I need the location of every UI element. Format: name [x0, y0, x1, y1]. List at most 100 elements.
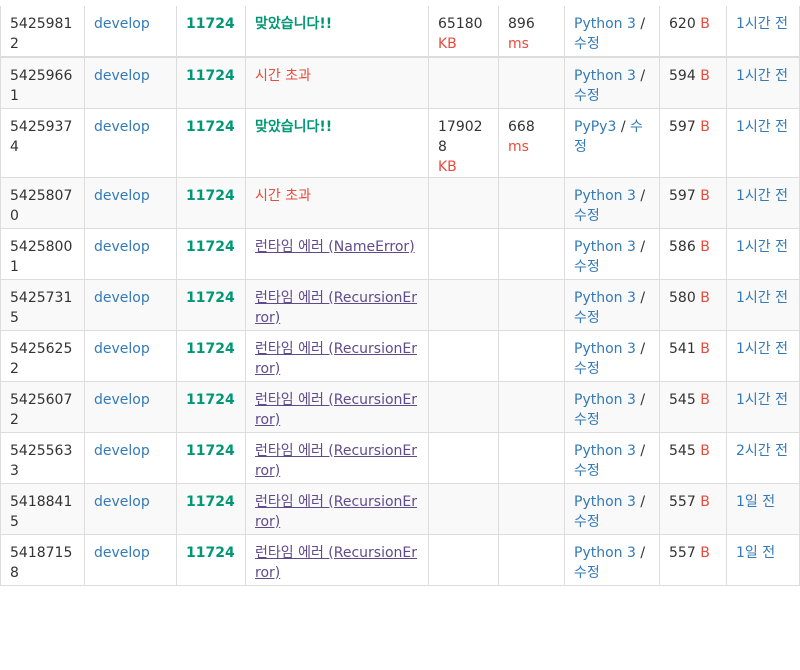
language-cell: Python 3 / 수정	[564, 57, 660, 109]
language-link[interactable]: Python 3	[574, 239, 636, 255]
result-text[interactable]: 런타임 에러 (RecursionError)	[255, 392, 417, 428]
table-row: 54256252 develop 11724 런타임 에러 (RecursionErr…	[0, 330, 800, 382]
user-cell: develop	[84, 57, 177, 109]
user-link[interactable]: develop	[94, 16, 150, 32]
submission-id: 54187158	[0, 534, 85, 586]
problem-link[interactable]: 11724	[186, 239, 235, 255]
submitted-time-link[interactable]: 1시간 전	[736, 68, 788, 84]
problem-link[interactable]: 11724	[186, 494, 235, 510]
submitted-time-link[interactable]: 1시간 전	[736, 392, 788, 408]
result-text: 맞았습니다!!	[255, 16, 333, 32]
submitted-time-link[interactable]: 1일 전	[736, 494, 775, 510]
submitted-time-cell: 1시간 전	[726, 6, 800, 58]
code-length-value: 545	[669, 442, 696, 459]
edit-link[interactable]: 수정	[574, 514, 600, 530]
submitted-time-link[interactable]: 2시간 전	[736, 443, 788, 459]
user-link[interactable]: develop	[94, 341, 150, 357]
table-row: 54257315 develop 11724 런타임 에러 (RecursionErr…	[0, 279, 800, 331]
language-link[interactable]: Python 3	[574, 494, 636, 510]
result-text[interactable]: 런타임 에러 (RecursionError)	[255, 290, 417, 326]
submitted-time-link[interactable]: 1시간 전	[736, 341, 788, 357]
language-link[interactable]: PyPy3	[574, 119, 616, 135]
edit-link[interactable]: 수정	[574, 565, 600, 581]
result-cell: 맞았습니다!!	[245, 6, 429, 58]
memory-cell	[428, 177, 499, 229]
submitted-time-cell: 1시간 전	[726, 330, 800, 382]
language-link[interactable]: Python 3	[574, 341, 636, 357]
problem-link[interactable]: 11724	[186, 119, 235, 135]
separator: /	[635, 340, 646, 357]
edit-link[interactable]: 수정	[574, 463, 600, 479]
language-link[interactable]: Python 3	[574, 443, 636, 459]
code-length-value: 557	[669, 493, 696, 510]
edit-link[interactable]: 수정	[574, 310, 600, 326]
user-link[interactable]: develop	[94, 68, 150, 84]
language-link[interactable]: Python 3	[574, 188, 636, 204]
memory-cell	[428, 57, 499, 109]
submitted-time-link[interactable]: 1시간 전	[736, 16, 788, 32]
problem-link[interactable]: 11724	[186, 341, 235, 357]
submitted-time-link[interactable]: 1시간 전	[736, 239, 788, 255]
submitted-time-link[interactable]: 1시간 전	[736, 119, 788, 135]
language-link[interactable]: Python 3	[574, 392, 636, 408]
code-length-unit: B	[700, 187, 710, 204]
language-link[interactable]: Python 3	[574, 16, 636, 32]
table-row: 54259374 develop 11724 맞았습니다!! 179028 KB 668 ms…	[0, 108, 800, 178]
result-text[interactable]: 런타임 에러 (NameError)	[255, 239, 415, 255]
code-length-cell: 597 B	[659, 108, 727, 178]
language-cell: Python 3 / 수정	[564, 6, 660, 58]
result-text[interactable]: 런타임 에러 (RecursionError)	[255, 545, 417, 581]
code-length-unit: B	[700, 238, 710, 255]
user-link[interactable]: develop	[94, 119, 150, 135]
submission-id: 54258070	[0, 177, 85, 229]
submission-id: 54257315	[0, 279, 85, 331]
edit-link[interactable]: 수정	[574, 259, 600, 275]
result-text: 시간 초과	[255, 68, 311, 84]
result-text[interactable]: 런타임 에러 (RecursionError)	[255, 341, 417, 377]
submission-id: 54255633	[0, 432, 85, 484]
result-text[interactable]: 런타임 에러 (RecursionError)	[255, 443, 417, 479]
result-cell: 맞았습니다!!	[245, 108, 429, 178]
problem-link[interactable]: 11724	[186, 290, 235, 306]
user-link[interactable]: develop	[94, 392, 150, 408]
problem-link[interactable]: 11724	[186, 443, 235, 459]
problem-cell: 11724	[176, 432, 246, 484]
user-link[interactable]: develop	[94, 545, 150, 561]
code-length-value: 620	[669, 16, 696, 32]
user-cell: develop	[84, 483, 177, 535]
language-cell: Python 3 / 수정	[564, 534, 660, 586]
separator: /	[635, 493, 646, 510]
problem-link[interactable]: 11724	[186, 16, 235, 32]
problem-link[interactable]: 11724	[186, 545, 235, 561]
table-row: 54256072 develop 11724 런타임 에러 (RecursionErr…	[0, 381, 800, 433]
edit-link[interactable]: 수정	[574, 412, 600, 428]
time-cell: 896 ms	[498, 6, 565, 58]
edit-link[interactable]: 수정	[574, 361, 600, 377]
edit-link[interactable]: 수정	[574, 88, 600, 104]
user-link[interactable]: develop	[94, 188, 150, 204]
problem-link[interactable]: 11724	[186, 68, 235, 84]
user-link[interactable]: develop	[94, 290, 150, 306]
code-length-value: 545	[669, 391, 696, 408]
language-link[interactable]: Python 3	[574, 68, 636, 84]
time-cell	[498, 279, 565, 331]
submitted-time-link[interactable]: 1일 전	[736, 545, 775, 561]
edit-link[interactable]: 수정	[574, 36, 600, 52]
submission-status-table: 54259812 develop 11724 맞았습니다!! 65180 KB 896 ms P…	[0, 6, 800, 586]
result-cell: 런타임 에러 (NameError)	[245, 228, 429, 280]
edit-link[interactable]: 수정	[574, 208, 600, 224]
result-text[interactable]: 런타임 에러 (RecursionError)	[255, 494, 417, 530]
problem-link[interactable]: 11724	[186, 392, 235, 408]
problem-link[interactable]: 11724	[186, 188, 235, 204]
user-link[interactable]: develop	[94, 443, 150, 459]
user-link[interactable]: develop	[94, 239, 150, 255]
language-cell: Python 3 / 수정	[564, 177, 660, 229]
submitted-time-link[interactable]: 1시간 전	[736, 290, 788, 306]
separator: /	[635, 238, 646, 255]
submitted-time-cell: 1시간 전	[726, 177, 800, 229]
language-link[interactable]: Python 3	[574, 290, 636, 306]
user-link[interactable]: develop	[94, 494, 150, 510]
problem-cell: 11724	[176, 177, 246, 229]
submitted-time-link[interactable]: 1시간 전	[736, 188, 788, 204]
language-link[interactable]: Python 3	[574, 545, 636, 561]
